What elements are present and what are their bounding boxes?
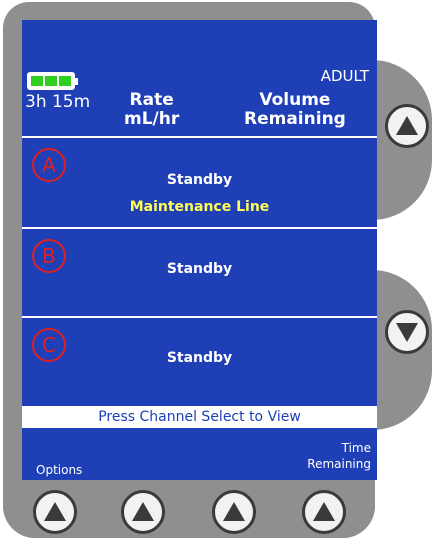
up-arrow-icon [223, 502, 245, 521]
softkey-options-label: Options [36, 463, 83, 477]
battery-time-remaining: 3h 15m [25, 92, 91, 112]
battery-cell [59, 76, 71, 86]
battery-cell [45, 76, 57, 86]
softkey-1-button[interactable] [33, 490, 77, 534]
channel-b-status: Standby [166, 261, 233, 277]
patient-mode: ADULT [320, 67, 369, 85]
rate-header-line2: mL/hr [124, 109, 180, 129]
battery-icon [27, 72, 78, 90]
volume-header-line1: Volume [259, 90, 331, 110]
softkey-time-line2: Remaining [307, 457, 371, 471]
softkey-3-button[interactable] [212, 490, 256, 534]
softkey-time-remaining-label: Time Remaining [307, 440, 371, 472]
softkey-2-button[interactable] [121, 490, 165, 534]
volume-header-line2: Remaining [244, 109, 346, 129]
divider [22, 227, 377, 229]
softkey-time-line1: Time [341, 441, 371, 455]
divider [22, 136, 377, 138]
rate-header: Rate mL/hr [124, 91, 179, 129]
rate-header-line1: Rate [129, 90, 174, 110]
scroll-up-button[interactable] [385, 104, 429, 148]
channel-c-status: Standby [166, 350, 233, 366]
up-arrow-icon [44, 502, 66, 521]
battery-terminal [74, 78, 78, 85]
up-arrow-icon [396, 116, 418, 135]
channel-a-line-label: Maintenance Line [129, 199, 270, 215]
channel-select-prompt: Press Channel Select to View [22, 406, 377, 428]
up-arrow-icon [313, 502, 335, 521]
volume-header: Volume Remaining [244, 91, 346, 129]
channel-a-status: Standby [166, 172, 233, 188]
softkey-4-button[interactable] [302, 490, 346, 534]
display-screen: 3h 15m ADULT Rate mL/hr Volume Remaining… [22, 20, 377, 480]
divider [22, 316, 377, 318]
down-arrow-icon [396, 323, 418, 342]
battery-cell [31, 76, 43, 86]
scroll-down-button[interactable] [385, 310, 429, 354]
up-arrow-icon [132, 502, 154, 521]
